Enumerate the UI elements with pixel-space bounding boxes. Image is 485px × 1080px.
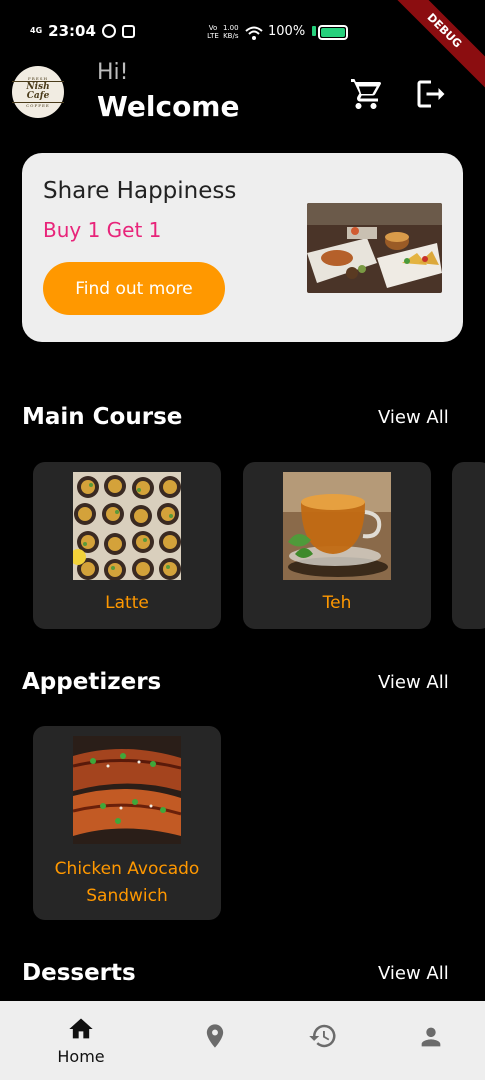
menu-item-name: Teh <box>322 593 352 613</box>
nav-history[interactable] <box>273 1001 373 1080</box>
promo-card: Share Happiness Buy 1 Get 1 Find out mor… <box>22 153 463 342</box>
find-out-more-button[interactable]: Find out more <box>43 262 225 315</box>
bottom-navigation: Home <box>0 1001 485 1080</box>
battery-percentage: 100% <box>268 24 306 39</box>
battery-icon <box>318 25 348 40</box>
notification-icon <box>121 24 135 38</box>
whatsapp-icon <box>101 24 116 38</box>
profile-icon <box>421 1027 441 1047</box>
chicken-avocado-sandwich-image <box>73 736 181 844</box>
menu-card-chicken-avocado-sandwich[interactable]: Chicken Avocado Sandwich <box>33 726 221 920</box>
welcome-title: Welcome <box>97 90 240 123</box>
history-icon <box>309 1024 336 1048</box>
menu-item-name: Chicken Avocado Sandwich <box>54 859 200 906</box>
network-indicator: 4G <box>30 26 43 35</box>
view-all-desserts[interactable]: View All <box>378 963 449 984</box>
promo-subtitle: Buy 1 Get 1 <box>43 218 162 242</box>
section-title-appetizers: Appetizers <box>22 669 162 695</box>
menu-card-teh[interactable]: Teh <box>243 462 431 629</box>
logout-button[interactable] <box>413 76 449 112</box>
lte-indicator: Vo LTE <box>207 24 219 40</box>
logout-icon <box>417 80 445 108</box>
menu-card-next[interactable] <box>452 462 485 629</box>
network-speed: 1.00 KB/s <box>223 24 239 40</box>
nav-location[interactable] <box>165 1001 265 1080</box>
cafe-logo: FRESH Nish Cafe COFFEE <box>12 76 64 108</box>
cart-icon <box>351 79 381 109</box>
nav-home-label: Home <box>57 1047 105 1066</box>
latte-image <box>73 472 181 580</box>
menu-card-latte[interactable]: Latte <box>33 462 221 629</box>
view-all-appetizers[interactable]: View All <box>378 672 449 693</box>
menu-item-name: Latte <box>105 593 149 613</box>
section-title-main-course: Main Course <box>22 404 183 430</box>
promo-food-image <box>307 203 442 293</box>
cafe-logo-avatar[interactable]: FRESH Nish Cafe COFFEE <box>12 66 64 118</box>
nav-profile[interactable] <box>381 1001 481 1080</box>
greeting-text: Hi! <box>97 60 129 85</box>
section-title-desserts: Desserts <box>22 960 136 986</box>
cart-button[interactable] <box>348 76 384 112</box>
teh-image <box>283 472 391 580</box>
wifi-icon <box>245 26 263 40</box>
location-icon <box>206 1024 224 1048</box>
promo-title: Share Happiness <box>43 178 237 204</box>
home-icon <box>69 1018 93 1039</box>
nav-home[interactable]: Home <box>31 1001 131 1080</box>
status-time: 23:04 <box>48 22 96 40</box>
charging-icon <box>312 26 316 36</box>
view-all-main-course[interactable]: View All <box>378 407 449 428</box>
